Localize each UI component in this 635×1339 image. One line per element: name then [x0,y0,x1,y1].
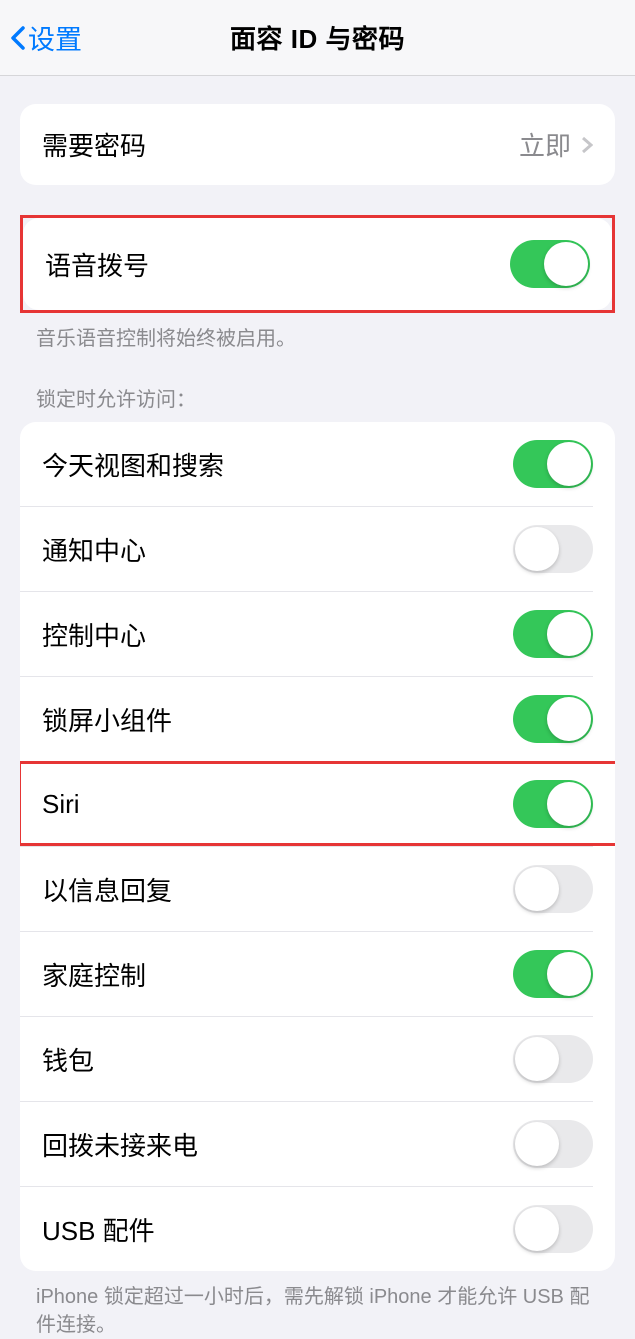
locked-row-switch[interactable] [513,610,593,658]
locked-row-label: 通知中心 [42,531,146,568]
locked-row-3: 锁屏小组件 [20,676,615,761]
page-title: 面容 ID 与密码 [230,19,405,56]
require-passcode-group: 需要密码 立即 [20,104,615,185]
locked-row-7: 钱包 [20,1016,615,1101]
locked-row-switch[interactable] [513,695,593,743]
locked-row-5: 以信息回复 [20,846,615,931]
locked-row-label: 钱包 [42,1041,94,1078]
locked-row-label: 以信息回复 [42,871,172,908]
locked-row-switch[interactable] [513,1205,593,1253]
locked-row-label: 家庭控制 [42,956,146,993]
locked-row-4: Siri [20,761,615,846]
locked-row-0: 今天视图和搜索 [20,422,615,506]
require-passcode-row[interactable]: 需要密码 立即 [20,104,615,185]
locked-access-header: 锁定时允许访问： [0,353,635,422]
back-label: 设置 [28,18,82,57]
voice-dial-label: 语音拨号 [45,246,149,283]
locked-row-switch[interactable] [513,1120,593,1168]
locked-row-label: 今天视图和搜索 [42,446,224,483]
voice-dial-highlight: 语音拨号 [20,215,615,313]
usb-footer: iPhone 锁定超过一小时后，需先解锁 iPhone 才能允许 USB 配件连… [0,1271,635,1339]
locked-row-label: 锁屏小组件 [42,701,172,738]
locked-row-6: 家庭控制 [20,931,615,1016]
locked-row-switch[interactable] [513,525,593,573]
locked-row-label: USB 配件 [42,1211,155,1248]
locked-row-switch[interactable] [513,1035,593,1083]
back-button[interactable]: 设置 [10,18,82,57]
locked-row-switch[interactable] [513,865,593,913]
locked-row-switch[interactable] [513,780,593,828]
chevron-left-icon [10,26,26,50]
locked-row-9: USB 配件 [20,1186,615,1271]
chevron-right-icon [581,136,593,154]
locked-row-8: 回拨未接来电 [20,1101,615,1186]
locked-row-label: Siri [42,789,80,820]
locked-row-2: 控制中心 [20,591,615,676]
require-passcode-label: 需要密码 [42,126,146,163]
voice-dial-row: 语音拨号 [23,218,612,310]
voice-dial-footer: 音乐语音控制将始终被启用。 [0,313,635,353]
locked-row-label: 控制中心 [42,616,146,653]
locked-row-1: 通知中心 [20,506,615,591]
locked-row-switch[interactable] [513,440,593,488]
voice-dial-switch[interactable] [510,240,590,288]
nav-bar: 设置 面容 ID 与密码 [0,0,635,76]
require-passcode-value: 立即 [519,126,571,163]
locked-row-label: 回拨未接来电 [42,1126,198,1163]
locked-row-switch[interactable] [513,950,593,998]
locked-access-group: 今天视图和搜索通知中心控制中心锁屏小组件 Siri 以信息回复家庭控制钱包回拨未接来… [20,422,615,1271]
